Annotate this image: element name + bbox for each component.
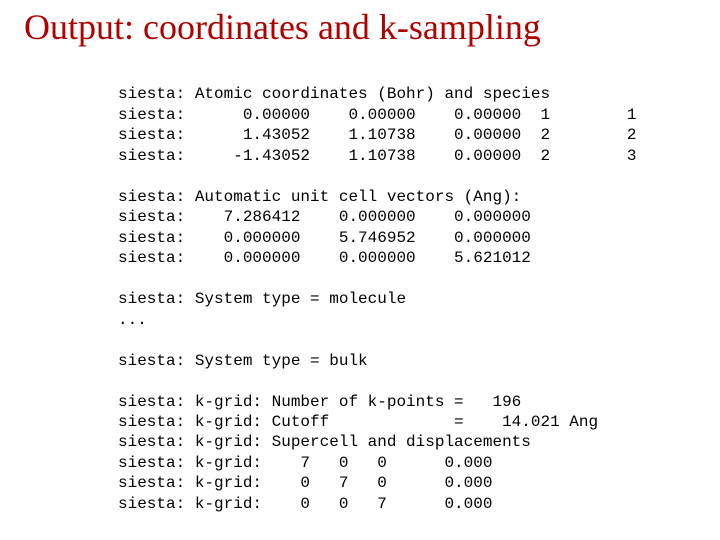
coord-row: siesta: 0.00000 0.00000 0.00000 1 1 bbox=[118, 106, 636, 124]
system-type-molecule: siesta: System type = molecule bbox=[118, 290, 406, 308]
kgrid-cutoff: siesta: k-grid: Cutoff = 14.021 Ang bbox=[118, 413, 598, 431]
cell-row: siesta: 7.286412 0.000000 0.000000 bbox=[118, 208, 531, 226]
cell-header-line: siesta: Automatic unit cell vectors (Ang… bbox=[118, 188, 521, 206]
kgrid-row: siesta: k-grid: 7 0 0 0.000 bbox=[118, 454, 492, 472]
slide: Output: coordinates and k-sampling siest… bbox=[0, 0, 720, 540]
coord-row: siesta: 1.43052 1.10738 0.00000 2 2 bbox=[118, 126, 636, 144]
code-output: siesta: Atomic coordinates (Bohr) and sp… bbox=[118, 64, 636, 535]
kgrid-supercell: siesta: k-grid: Supercell and displaceme… bbox=[118, 433, 531, 451]
kgrid-row: siesta: k-grid: 0 7 0 0.000 bbox=[118, 474, 492, 492]
kgrid-row: siesta: k-grid: 0 0 7 0.000 bbox=[118, 495, 492, 513]
system-type-bulk: siesta: System type = bulk bbox=[118, 352, 368, 370]
ellipsis: ... bbox=[118, 311, 147, 329]
cell-row: siesta: 0.000000 0.000000 5.621012 bbox=[118, 249, 531, 267]
coord-row: siesta: -1.43052 1.10738 0.00000 2 3 bbox=[118, 147, 636, 165]
coord-header-line: siesta: Atomic coordinates (Bohr) and sp… bbox=[118, 85, 550, 103]
kgrid-npoints: siesta: k-grid: Number of k-points = 196 bbox=[118, 393, 521, 411]
cell-row: siesta: 0.000000 5.746952 0.000000 bbox=[118, 229, 531, 247]
slide-title: Output: coordinates and k-sampling bbox=[24, 6, 541, 48]
